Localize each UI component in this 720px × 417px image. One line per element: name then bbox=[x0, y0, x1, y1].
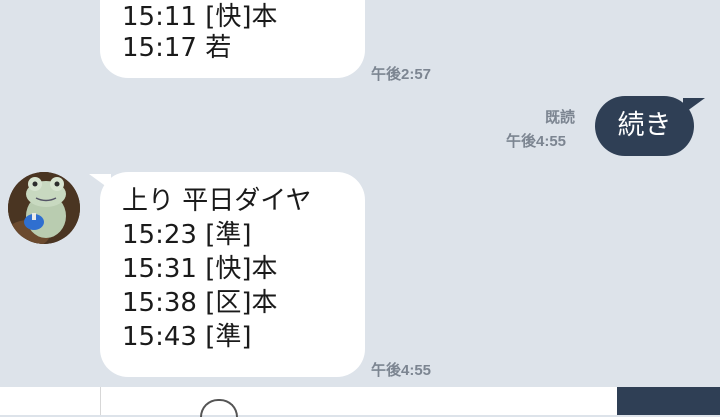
sender-avatar[interactable] bbox=[8, 172, 80, 244]
message-line: 15:17 若 bbox=[122, 33, 232, 63]
bubble-tail bbox=[683, 98, 705, 114]
message-line: 15:31 [快]本 bbox=[122, 254, 278, 284]
message-timestamp: 午後4:55 bbox=[371, 362, 432, 379]
message-text: 続き bbox=[617, 110, 672, 141]
message-timestamp: 午後4:55 bbox=[506, 133, 567, 150]
message-line: 15:11 [快]本 bbox=[122, 2, 278, 32]
message-line: 15:43 [準] bbox=[122, 322, 252, 352]
incoming-message-bubble[interactable]: 15:11 [快]本 15:17 若 bbox=[100, 0, 365, 78]
message-line: 15:23 [準] bbox=[122, 220, 252, 250]
divider bbox=[100, 387, 101, 415]
incoming-message-bubble[interactable]: 上り 平日ダイヤ 15:23 [準] 15:31 [快]本 15:38 [区]本… bbox=[89, 172, 365, 377]
read-receipt: 既読 bbox=[545, 109, 576, 126]
outgoing-message-bubble[interactable]: 続き bbox=[595, 96, 705, 156]
message-line: 15:38 [区]本 bbox=[122, 288, 278, 318]
message-line: 上り 平日ダイヤ bbox=[122, 186, 312, 216]
frog-avatar-icon bbox=[8, 172, 80, 244]
input-field-edge[interactable] bbox=[200, 399, 238, 417]
message-input-bar[interactable] bbox=[0, 387, 720, 417]
message-timestamp: 午後2:57 bbox=[371, 66, 432, 83]
send-button[interactable] bbox=[617, 387, 720, 415]
bubble-tail bbox=[89, 174, 111, 190]
